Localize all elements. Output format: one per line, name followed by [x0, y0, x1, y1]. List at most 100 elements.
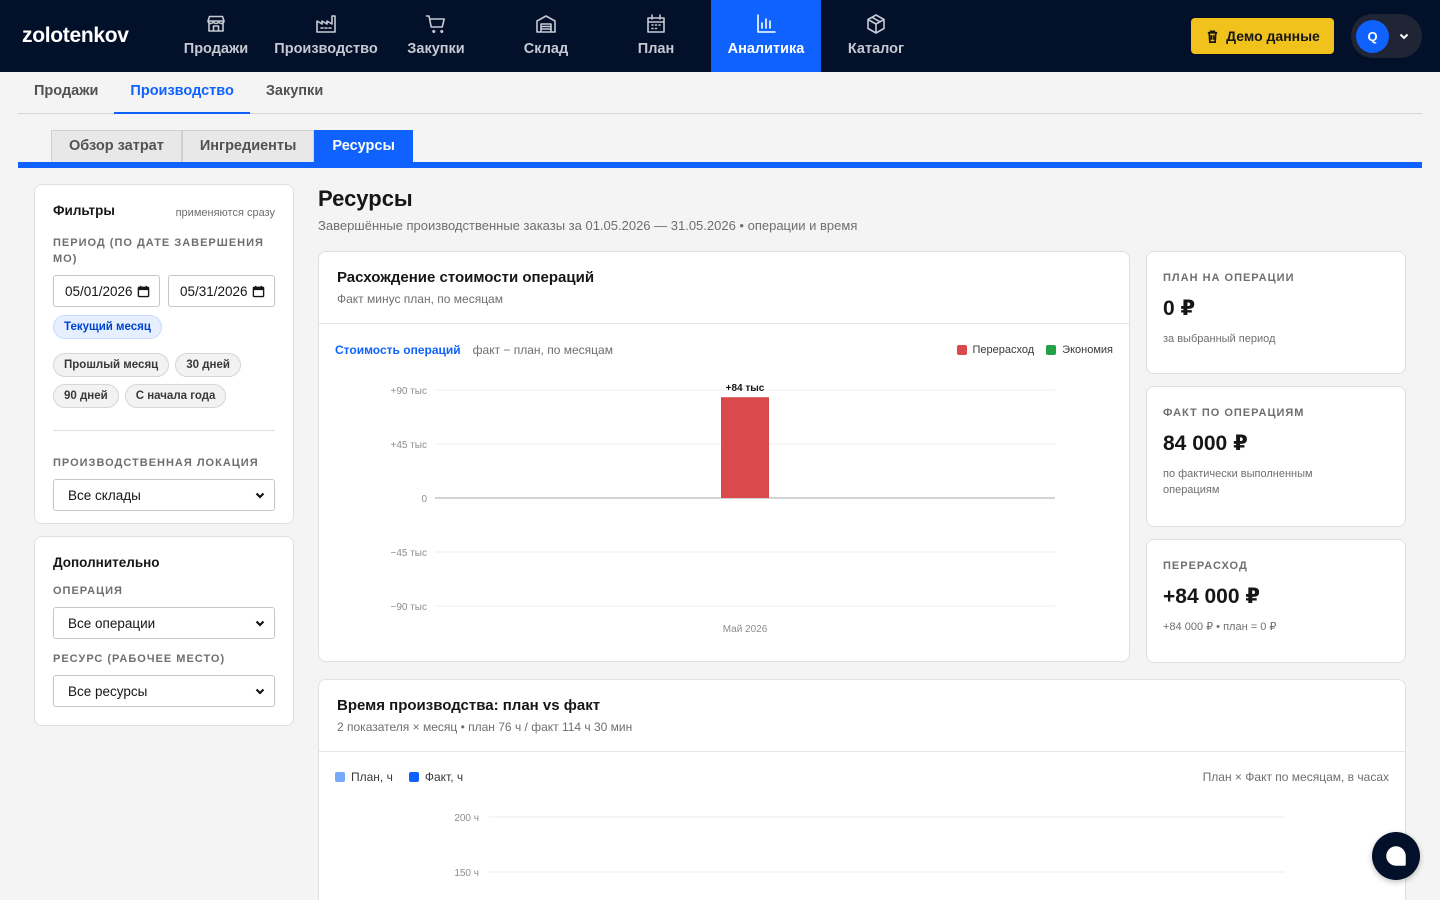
chat-bubble-icon — [1386, 846, 1406, 866]
date-to-value: 05/31/2026 — [180, 283, 248, 299]
page-title: Ресурсы — [318, 186, 413, 211]
avatar: Q — [1356, 19, 1389, 53]
legend-item-fact: Факт, ч — [408, 770, 464, 784]
top-nav: zolotenkov Продажи Производство Закупки Скл… — [0, 0, 1440, 72]
legend-label: Факт, ч — [424, 770, 464, 784]
tab-purchases[interactable]: Закупки — [250, 72, 339, 114]
box-icon — [867, 14, 885, 34]
nav-item-label: План — [637, 41, 675, 57]
date-to-input[interactable]: 05/31/2026 — [168, 275, 275, 307]
nav-item-purchases[interactable]: Закупки — [381, 0, 491, 72]
nav-item-label: Каталог — [847, 41, 905, 57]
operation-select[interactable]: Все операции — [53, 607, 275, 639]
kpi-label: Факт по операциям — [1163, 407, 1305, 419]
nav-item-sales[interactable]: Продажи — [161, 0, 271, 72]
kpi-fact-card: Факт по операциям 84 000 ₽ по фактически… — [1146, 386, 1406, 527]
extra-filters-panel: Дополнительно Операция Все операции Ресу… — [34, 536, 294, 726]
production-time-card: Время производства: план vs факт 2 показ… — [318, 679, 1406, 900]
production-time-chart: 200 ч 150 ч — [454, 813, 1285, 879]
period-label: Период (по дате завершения МО) — [53, 237, 264, 265]
nav-item-analytics[interactable]: Аналитика — [711, 0, 821, 72]
preset-30-days[interactable]: 30 дней — [175, 353, 241, 377]
calendar-icon — [137, 285, 150, 297]
x-tick-label: Май 2026 — [723, 624, 768, 635]
nav-item-label: Склад — [523, 41, 569, 57]
tab-cost-overview[interactable]: Обзор затрат — [51, 130, 182, 162]
section-tabs: Продажи Производство Закупки — [18, 72, 1422, 114]
tab-sales[interactable]: Продажи — [18, 72, 114, 114]
page-subtitle: Завершённые производственные заказы за 0… — [318, 218, 858, 233]
cost-variance-card: Расхождение стоимости операций Факт мину… — [318, 251, 1130, 662]
main-nav: Продажи Производство Закупки Склад План Анали… — [161, 0, 931, 72]
preset-90-days[interactable]: 90 дней — [53, 384, 119, 408]
cost-chart-subtitle: Факт минус план, по месяцам — [337, 292, 503, 306]
tab-underline — [18, 162, 1422, 168]
nav-item-label: Аналитика — [727, 41, 805, 57]
cart-icon — [425, 15, 445, 34]
nav-item-label: Производство — [274, 41, 378, 57]
chevron-down-icon — [1399, 33, 1409, 40]
chevron-down-icon — [255, 688, 265, 695]
operation-label: Операция — [53, 585, 123, 597]
location-select[interactable]: Все склады — [53, 479, 275, 511]
y-tick-label: 150 ч — [454, 868, 479, 879]
bar — [721, 397, 769, 498]
chart-legend: Перерасход Экономия — [956, 344, 1113, 356]
preset-current-month[interactable]: Текущий месяц — [53, 315, 162, 339]
factory-icon — [316, 15, 336, 33]
cost-chart-title: Расхождение стоимости операций — [337, 269, 595, 286]
y-tick-label: 0 — [421, 494, 427, 505]
store-icon — [207, 15, 225, 32]
calendar-icon — [252, 285, 265, 297]
extra-title: Дополнительно — [53, 555, 160, 570]
legend-item-over: Перерасход — [956, 344, 1034, 356]
nav-item-production[interactable]: Производство — [271, 0, 381, 72]
chevron-down-icon — [255, 492, 265, 499]
demo-data-button[interactable]: Демо данные — [1191, 18, 1334, 54]
resource-value: Все ресурсы — [68, 683, 148, 699]
nav-item-label: Продажи — [183, 41, 249, 57]
preset-year-to-date[interactable]: С начала года — [124, 384, 227, 408]
kpi-label: Перерасход — [1163, 560, 1248, 572]
bar-data-label: +84 тыс — [726, 383, 765, 394]
analysis-tabs: Обзор затрат Ингредиенты Ресурсы — [51, 130, 413, 162]
kpi-overrun-card: Перерасход +84 000 ₽ +84 000 ₽ • план = … — [1146, 539, 1406, 663]
legend-item-save: Экономия — [1046, 344, 1113, 356]
kpi-value: 0 ₽ — [1163, 297, 1196, 320]
date-from-input[interactable]: 05/01/2026 — [53, 275, 160, 307]
cost-chart-link[interactable]: Стоимость операций — [335, 343, 461, 357]
time-chart-note: План × Факт по месяцам, в часах — [1202, 770, 1389, 784]
cost-variance-chart: +90 тыс +45 тыс 0 −45 тыс −90 тыс +84 тыс Май … — [390, 383, 1055, 635]
nav-item-warehouse[interactable]: Склад — [491, 0, 601, 72]
date-from-value: 05/01/2026 — [65, 283, 133, 299]
nav-item-label: Закупки — [407, 41, 465, 57]
kpi-label: План на операции — [1163, 272, 1295, 284]
brand-logo[interactable]: zolotenkov — [22, 24, 129, 48]
period-presets: Текущий месяц Прошлый месяц 30 дней 90 д… — [53, 315, 275, 408]
tab-production[interactable]: Производство — [114, 72, 250, 114]
demo-data-label: Демо данные — [1226, 28, 1320, 44]
tab-resources[interactable]: Ресурсы — [314, 130, 413, 162]
resource-select[interactable]: Все ресурсы — [53, 675, 275, 707]
calendar-icon — [647, 14, 665, 33]
nav-item-catalog[interactable]: Каталог — [821, 0, 931, 72]
nav-item-plan[interactable]: План — [601, 0, 711, 72]
user-menu[interactable]: Q — [1351, 14, 1422, 58]
filters-hint: применяются сразу — [175, 207, 275, 219]
chevron-down-icon — [255, 620, 265, 627]
y-tick-label: +90 тыс — [390, 386, 427, 397]
filters-panel: Фильтры применяются сразу Период (по дат… — [34, 184, 294, 524]
cost-chart-desc: факт − план, по месяцам — [472, 343, 613, 357]
kpi-note: +84 000 ₽ • план = 0 ₽ — [1163, 621, 1277, 633]
time-chart-subtitle: 2 показателя × месяц • план 76 ч / факт … — [337, 720, 633, 734]
trash-icon — [1207, 30, 1218, 43]
legend-swatch — [1046, 345, 1057, 355]
legend-swatch — [408, 772, 419, 782]
kpi-note: по фактически выполненным операциям — [1163, 468, 1313, 496]
legend-swatch — [335, 772, 345, 782]
preset-last-month[interactable]: Прошлый месяц — [53, 353, 170, 377]
legend-label: План, ч — [351, 770, 393, 784]
kpi-plan-card: План на операции 0 ₽ за выбранный период — [1146, 251, 1406, 374]
tab-ingredients[interactable]: Ингредиенты — [181, 130, 315, 162]
chat-help-button[interactable] — [1372, 832, 1420, 880]
